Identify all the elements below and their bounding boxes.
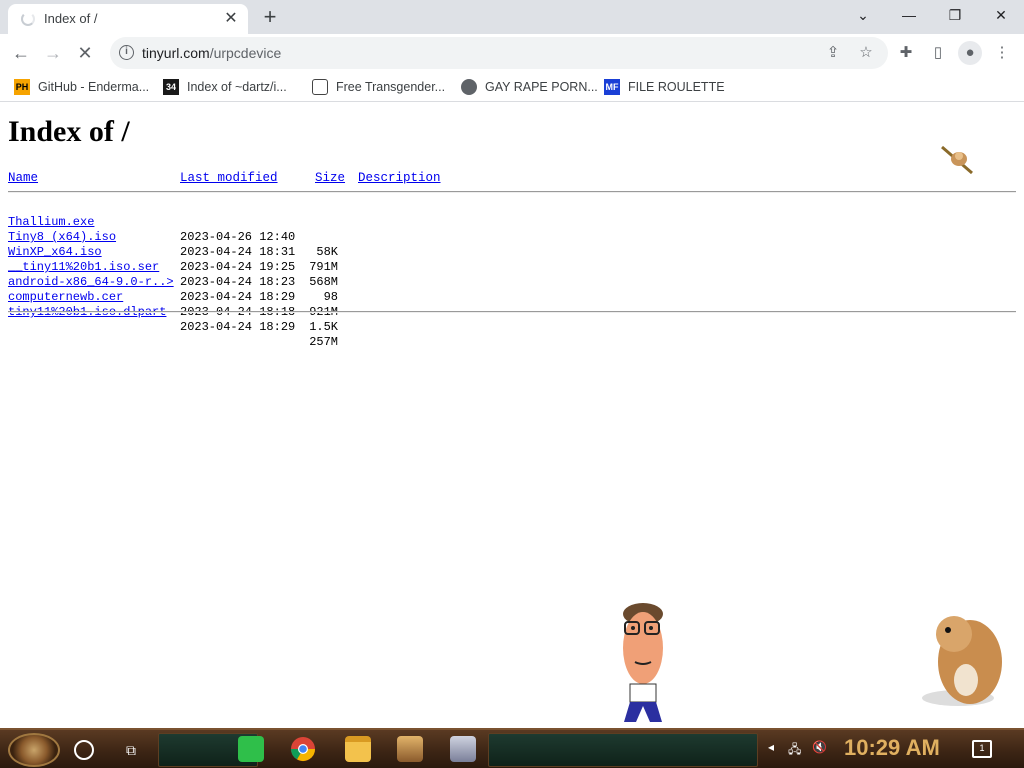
profile-avatar-icon[interactable]: ●	[958, 41, 982, 65]
tab-index[interactable]: Index of / ✕	[8, 4, 248, 34]
side-panel-icon[interactable]: ▯	[926, 41, 950, 65]
share-icon[interactable]: ⇪	[823, 43, 843, 63]
sort-by-name-link[interactable]: Name	[8, 171, 38, 185]
new-tab-button[interactable]: +	[258, 5, 282, 29]
volume-muted-icon[interactable]: 🔇	[812, 740, 827, 754]
minimize-button[interactable]: —	[895, 4, 923, 26]
url-host: tinyurl.com	[142, 45, 210, 61]
taskbar-panel-right	[488, 733, 758, 767]
file-roulette-favicon-icon: MF	[604, 79, 620, 95]
bookmark-gay[interactable]: GAY RAPE PORN...	[461, 77, 598, 97]
bookmark-label: Index of ~dartz/i...	[187, 80, 287, 94]
bookmark-github[interactable]: PH GitHub - Enderma...	[14, 77, 149, 97]
loading-spinner-icon	[21, 12, 35, 26]
extensions-icon[interactable]: ✚	[894, 41, 918, 65]
file-explorer-icon[interactable]	[345, 736, 371, 762]
pinned-app-icon[interactable]	[397, 736, 423, 762]
page-content: Index of / Name Last modified Size Descr…	[0, 103, 1024, 728]
url-path: /urpcdevice	[209, 45, 282, 61]
pornhub-favicon-icon: PH	[14, 79, 30, 95]
back-button[interactable]: ←	[8, 40, 34, 66]
header-divider	[8, 191, 1016, 193]
taskbar-clock[interactable]: 10:29 AM	[844, 735, 940, 761]
forward-button[interactable]: →	[40, 40, 66, 66]
bookmark-label: GitHub - Enderma...	[38, 80, 150, 94]
stop-loading-button[interactable]: ✕	[72, 40, 98, 66]
taskbar: ⧉ ◂ 🖧 🔇 10:29 AM 1	[0, 728, 1024, 768]
file-size: 791M	[309, 260, 338, 274]
file-date: 2023-04-24 18:23	[180, 275, 296, 289]
file-date: 2023-04-26 12:40	[180, 230, 296, 244]
file-row: WinXP_x64.iso 2023-04-24 19:25 568M	[8, 230, 338, 289]
file-row: computernewb.cer 2023-04-24 18:18 1.5K	[8, 275, 338, 334]
url-text[interactable]: tinyurl.com/urpcdevice	[142, 45, 281, 61]
bookmark-label: Free Transgender...	[336, 80, 446, 94]
helmet-favicon-icon	[312, 79, 328, 95]
start-button[interactable]	[8, 733, 60, 767]
file-row: android-x86_64-9.0-r..> 2023-04-24 18:29…	[8, 260, 338, 319]
tray-chevron-icon[interactable]: ◂	[768, 740, 774, 754]
toolbar: ← → ✕ i tinyurl.com/urpcdevice ⇪ ☆ ✚ ▯ ●…	[0, 34, 1024, 72]
file-row: Tiny8 (x64).iso 2023-04-24 18:31 791M	[8, 215, 338, 274]
file-date: 2023-04-24 18:29	[180, 320, 296, 334]
index-favicon-icon: 34	[163, 79, 179, 95]
file-date: 2023-04-24 18:31	[180, 245, 296, 259]
globe-favicon-icon	[461, 79, 477, 95]
action-center-icon[interactable]: 1	[972, 740, 992, 758]
sort-by-description-link[interactable]: Description	[358, 171, 441, 185]
sort-by-modified-link[interactable]: Last modified	[180, 171, 278, 185]
footer-divider	[8, 311, 1016, 313]
cortana-search-icon[interactable]	[74, 740, 94, 760]
address-bar[interactable]: i tinyurl.com/urpcdevice ⇪ ☆	[110, 37, 888, 69]
file-size: 98	[323, 290, 338, 304]
tab-strip: Index of / ✕ + ⌄ — ❐ ✕	[0, 0, 1024, 34]
bookmark-label: GAY RAPE PORN...	[485, 80, 598, 94]
file-row: Thallium.exe 2023-04-26 12:40 58K	[8, 200, 338, 259]
notes-app-icon[interactable]	[238, 736, 264, 762]
file-size: 1.5K	[309, 320, 338, 334]
bookmark-free-transgender[interactable]: Free Transgender...	[312, 77, 445, 97]
flying-hamster-sprite-icon	[941, 145, 973, 175]
bookmark-label: FILE ROULETTE	[628, 80, 725, 94]
network-icon[interactable]: 🖧	[788, 740, 801, 761]
chrome-app-icon[interactable]	[290, 736, 316, 762]
pinned-app-2-icon[interactable]	[450, 736, 476, 762]
tab-title: Index of /	[44, 11, 98, 26]
task-view-icon[interactable]: ⧉	[120, 739, 142, 761]
tab-close-icon[interactable]: ✕	[222, 10, 240, 28]
file-row: tiny11%20b1.iso.dlpart 2023-04-24 18:29 …	[8, 290, 338, 349]
restore-button[interactable]: ❐	[941, 4, 969, 26]
site-info-icon[interactable]: i	[119, 45, 134, 60]
file-size: 257M	[309, 335, 338, 349]
browser-window: Index of / ✕ + ⌄ — ❐ ✕ ← → ✕ i tinyurl.c…	[0, 0, 1024, 728]
close-window-button[interactable]: ✕	[987, 4, 1015, 26]
page-title: Index of /	[8, 115, 130, 148]
tab-search-icon[interactable]: ⌄	[849, 4, 877, 26]
bookmark-index-dartz[interactable]: 34 Index of ~dartz/i...	[163, 77, 287, 97]
bookmark-star-icon[interactable]: ☆	[856, 43, 876, 63]
bookmark-file-roulette[interactable]: MF FILE ROULETTE	[604, 77, 725, 97]
file-date: 2023-04-24 19:25	[180, 260, 296, 274]
file-size: 58K	[316, 245, 338, 259]
file-size: 568M	[309, 275, 338, 289]
sort-by-size-link[interactable]: Size	[315, 171, 345, 185]
hamster-sprite-icon	[922, 616, 1002, 706]
bookmarks-bar: PH GitHub - Enderma... 34 Index of ~dart…	[0, 72, 1024, 102]
file-row: __tiny11%20b1.iso.ser 2023-04-24 18:23 9…	[8, 245, 338, 304]
cartoon-man-sprite-icon	[623, 603, 663, 722]
file-date: 2023-04-24 18:29	[180, 290, 296, 304]
menu-kebab-icon[interactable]: ⋮	[990, 41, 1014, 65]
